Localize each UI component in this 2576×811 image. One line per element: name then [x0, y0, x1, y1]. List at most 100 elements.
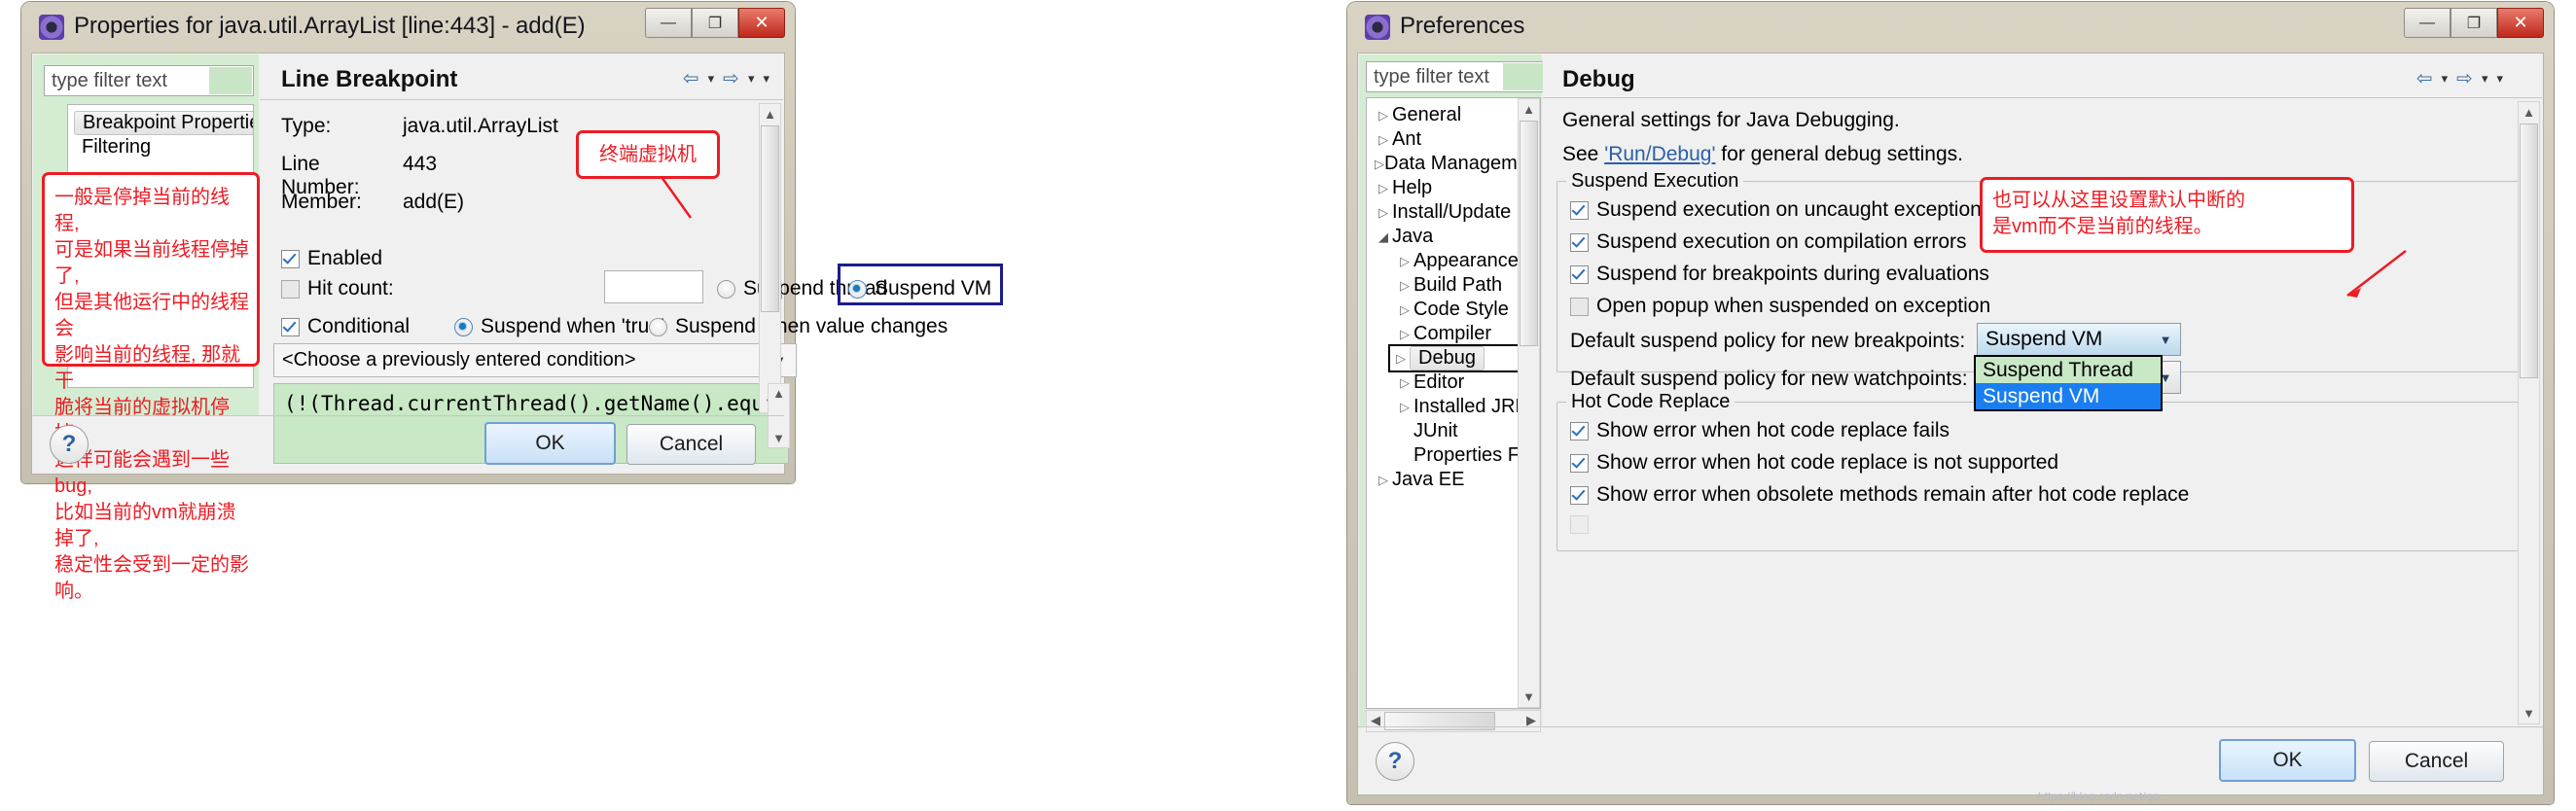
- chevron-right-icon[interactable]: ▷: [1375, 205, 1392, 221]
- tree-item-junit[interactable]: JUnit: [1367, 419, 1540, 443]
- tree-item-java-ee[interactable]: ▷ Java EE: [1367, 468, 1540, 492]
- hit-count-checkbox[interactable]: [281, 279, 300, 299]
- run-debug-link[interactable]: 'Run/Debug': [1604, 143, 1715, 165]
- minimize-button[interactable]: —: [2404, 8, 2451, 38]
- chevron-right-icon[interactable]: ▷: [1396, 302, 1413, 318]
- chevron-right-icon[interactable]: ▷: [1396, 278, 1413, 294]
- forward-icon[interactable]: ⇨: [2456, 66, 2473, 90]
- scrollbar-thumb[interactable]: [2520, 123, 2538, 378]
- chevron-down-icon[interactable]: ▾: [2482, 71, 2488, 87]
- enabled-checkbox-row[interactable]: Enabled: [281, 247, 382, 270]
- back-icon[interactable]: ⇦: [2416, 66, 2433, 90]
- chevron-right-icon[interactable]: ▷: [1392, 351, 1410, 367]
- tree-scrollbar[interactable]: ▲ ▼: [1518, 98, 1540, 708]
- cancel-button[interactable]: Cancel: [2369, 741, 2504, 782]
- condition-combo[interactable]: <Choose a previously entered condition> …: [273, 343, 797, 377]
- conditional-row[interactable]: Conditional: [281, 315, 410, 338]
- suspend-compilation-errors-row[interactable]: Suspend execution on compilation errors: [1570, 230, 1967, 254]
- scrollbar-thumb[interactable]: [1520, 121, 1538, 346]
- scrollbar-thumb[interactable]: [761, 125, 779, 312]
- tree-item-data-management[interactable]: ▷ Data Management: [1367, 152, 1540, 176]
- view-menu-icon[interactable]: ▾: [763, 71, 769, 87]
- tree-item-help[interactable]: ▷ Help: [1367, 176, 1540, 200]
- hcr-fails-row[interactable]: Show error when hot code replace fails: [1570, 419, 1950, 442]
- scroll-down-icon[interactable]: ▼: [1519, 689, 1539, 704]
- hcr-partial-checkbox[interactable]: [1570, 515, 1589, 534]
- back-icon[interactable]: ⇦: [683, 66, 699, 90]
- tree-item-editor[interactable]: ▷ Editor: [1367, 370, 1540, 395]
- chevron-right-icon[interactable]: ▷: [1396, 254, 1413, 269]
- close-button[interactable]: ✕: [2497, 8, 2544, 38]
- tree-item-compiler[interactable]: ▷ Compiler: [1367, 322, 1540, 346]
- properties-filter-input[interactable]: type filter text: [44, 65, 254, 96]
- chevron-right-icon[interactable]: ▷: [1396, 400, 1413, 415]
- chevron-right-icon[interactable]: ▷: [1375, 473, 1392, 488]
- preferences-titlebar[interactable]: Preferences — ❐ ✕: [1347, 2, 2554, 53]
- tree-item-ant[interactable]: ▷ Ant: [1367, 127, 1540, 152]
- hcr-not-supported-checkbox[interactable]: [1570, 453, 1589, 473]
- forward-icon[interactable]: ⇨: [723, 66, 739, 90]
- scroll-up-icon[interactable]: ▲: [1519, 102, 1539, 117]
- preferences-tree[interactable]: ▷ General ▷ Ant ▷ Data Management ▷ Help…: [1366, 97, 1541, 709]
- suspend-when-value-changes-radio[interactable]: [649, 317, 667, 336]
- chevron-right-icon[interactable]: ▷: [1375, 157, 1384, 172]
- scrollbar-thumb[interactable]: [1384, 712, 1495, 730]
- tree-horizontal-scrollbar[interactable]: ◀ ▶: [1366, 710, 1541, 732]
- chevron-right-icon[interactable]: ▷: [1396, 375, 1413, 391]
- preferences-filter-input[interactable]: type filter text: [1366, 61, 1548, 92]
- scroll-up-icon[interactable]: ▲: [2519, 105, 2539, 120]
- maximize-button[interactable]: ❐: [2451, 8, 2497, 38]
- tree-item-appearance[interactable]: ▷ Appearance: [1367, 249, 1540, 273]
- hcr-obsolete-methods-row[interactable]: Show error when obsolete methods remain …: [1570, 483, 2189, 507]
- scroll-up-icon[interactable]: ▲: [769, 386, 789, 401]
- chevron-down-icon[interactable]: ▾: [708, 71, 715, 87]
- preferences-content-scrollbar[interactable]: ▲ ▼: [2518, 101, 2540, 724]
- default-breakpoints-policy-combo[interactable]: Suspend VM ▼: [1977, 323, 2181, 356]
- dropdown-option-suspend-thread[interactable]: Suspend Thread: [1976, 357, 2161, 383]
- chevron-down-icon[interactable]: ▼: [2151, 324, 2180, 355]
- open-popup-suspended-checkbox[interactable]: [1570, 297, 1589, 316]
- chevron-right-icon[interactable]: ▷: [1375, 108, 1392, 123]
- tree-item-filtering[interactable]: Filtering: [68, 135, 253, 159]
- content-scrollbar[interactable]: ▲ ▼: [759, 103, 781, 413]
- conditional-checkbox[interactable]: [281, 317, 300, 336]
- cancel-button[interactable]: Cancel: [626, 424, 756, 465]
- chevron-down-icon[interactable]: ▾: [2442, 71, 2449, 87]
- suspend-when-value-changes-row[interactable]: Suspend when value changes: [649, 315, 948, 338]
- tree-item-java[interactable]: ◢ Java: [1367, 225, 1540, 249]
- suspend-uncaught-exceptions-checkbox[interactable]: [1570, 200, 1589, 220]
- hit-count-input[interactable]: [604, 270, 703, 303]
- ok-button[interactable]: OK: [484, 422, 616, 465]
- scroll-down-icon[interactable]: ▼: [2519, 706, 2539, 721]
- tree-item-code-style[interactable]: ▷ Code Style: [1367, 298, 1540, 322]
- tree-item-breakpoint-properties[interactable]: Breakpoint Properties: [68, 111, 253, 135]
- maximize-button[interactable]: ❐: [692, 8, 738, 38]
- tree-item-properties-files-editor[interactable]: Properties Files Ed: [1367, 443, 1540, 468]
- open-popup-suspended-row[interactable]: Open popup when suspended on exception: [1570, 295, 1990, 318]
- scroll-up-icon[interactable]: ▲: [760, 107, 780, 122]
- dropdown-option-suspend-vm[interactable]: Suspend VM: [1976, 383, 2161, 409]
- chevron-down-icon[interactable]: ◢: [1375, 229, 1392, 245]
- suspend-policy-dropdown[interactable]: Suspend Thread Suspend VM: [1974, 355, 2163, 411]
- suspend-when-true-row[interactable]: Suspend when 'true': [454, 315, 664, 338]
- tree-item-build-path[interactable]: ▷ Build Path: [1367, 273, 1540, 298]
- close-button[interactable]: ✕: [738, 8, 785, 38]
- hit-count-row[interactable]: Hit count:: [281, 277, 394, 300]
- suspend-uncaught-exceptions-row[interactable]: Suspend execution on uncaught exceptions: [1570, 198, 1991, 222]
- help-button[interactable]: ?: [1376, 742, 1414, 781]
- suspend-when-true-radio[interactable]: [454, 317, 473, 336]
- chevron-down-icon[interactable]: ▾: [748, 71, 755, 87]
- suspend-compilation-errors-checkbox[interactable]: [1570, 232, 1589, 252]
- suspend-breakpoints-evaluations-checkbox[interactable]: [1570, 264, 1589, 284]
- ok-button[interactable]: OK: [2219, 739, 2356, 782]
- hcr-obsolete-methods-checkbox[interactable]: [1570, 485, 1589, 505]
- hcr-fails-checkbox[interactable]: [1570, 421, 1589, 441]
- tree-item-install-update[interactable]: ▷ Install/Update: [1367, 200, 1540, 225]
- hcr-not-supported-row[interactable]: Show error when hot code replace is not …: [1570, 451, 2058, 475]
- view-menu-icon[interactable]: ▾: [2496, 71, 2503, 87]
- suspend-breakpoints-evaluations-row[interactable]: Suspend for breakpoints during evaluatio…: [1570, 263, 1989, 286]
- tree-item-general[interactable]: ▷ General: [1367, 103, 1540, 127]
- minimize-button[interactable]: —: [645, 8, 692, 38]
- scroll-down-icon[interactable]: ▼: [769, 431, 789, 445]
- enabled-checkbox[interactable]: [281, 249, 300, 268]
